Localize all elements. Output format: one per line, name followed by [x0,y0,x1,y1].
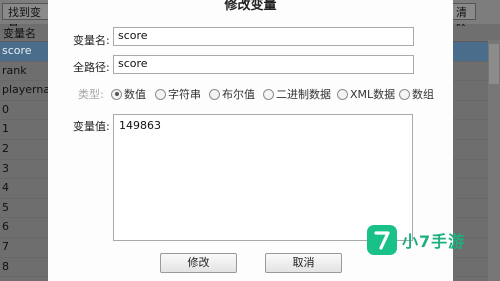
name-label: 变量名: [73,34,110,47]
variable-value-textarea[interactable]: 149863 [113,114,413,241]
radio-icon [155,88,166,100]
path-label: 全路径: [73,61,110,74]
radio-icon [263,88,274,100]
radio-icon [337,88,348,100]
variable-name-field[interactable]: score [113,27,414,46]
scrollbar-thumb[interactable] [489,44,499,84]
find-variable-button[interactable]: 找到变量 [2,3,50,36]
type-label: 类型: [78,88,104,101]
dialog-title: 修改变量 [224,0,277,13]
cancel-button[interactable]: 取消 [265,253,342,273]
type-radio-binary[interactable]: 二进制数据 [263,86,331,102]
full-path-field[interactable]: score [113,55,414,74]
type-option-label: 字符串 [168,88,201,101]
type-radio-xml[interactable]: XML数据 [337,86,395,102]
value-label: 变量值: [73,120,110,133]
watermark-text: 小7手游 [402,232,466,251]
brand-7-icon [367,225,397,255]
type-option-label: 数值 [124,88,146,101]
radio-icon [399,88,410,100]
radio-selected-icon [111,88,122,100]
radio-icon [209,88,220,100]
type-radio-number[interactable]: 数值 [111,86,146,102]
clear-button[interactable]: 清除 [450,3,476,36]
type-option-label: 二进制数据 [276,88,331,101]
watermark: 小7手游 [367,225,465,255]
type-radio-array[interactable]: 数组 [399,86,434,102]
modify-button[interactable]: 修改 [160,253,237,273]
type-radio-string[interactable]: 字符串 [155,86,201,102]
type-option-label: 布尔值 [222,88,255,101]
type-option-label: XML数据 [350,88,396,101]
type-option-label: 数组 [412,88,434,101]
type-radio-boolean[interactable]: 布尔值 [209,86,255,102]
